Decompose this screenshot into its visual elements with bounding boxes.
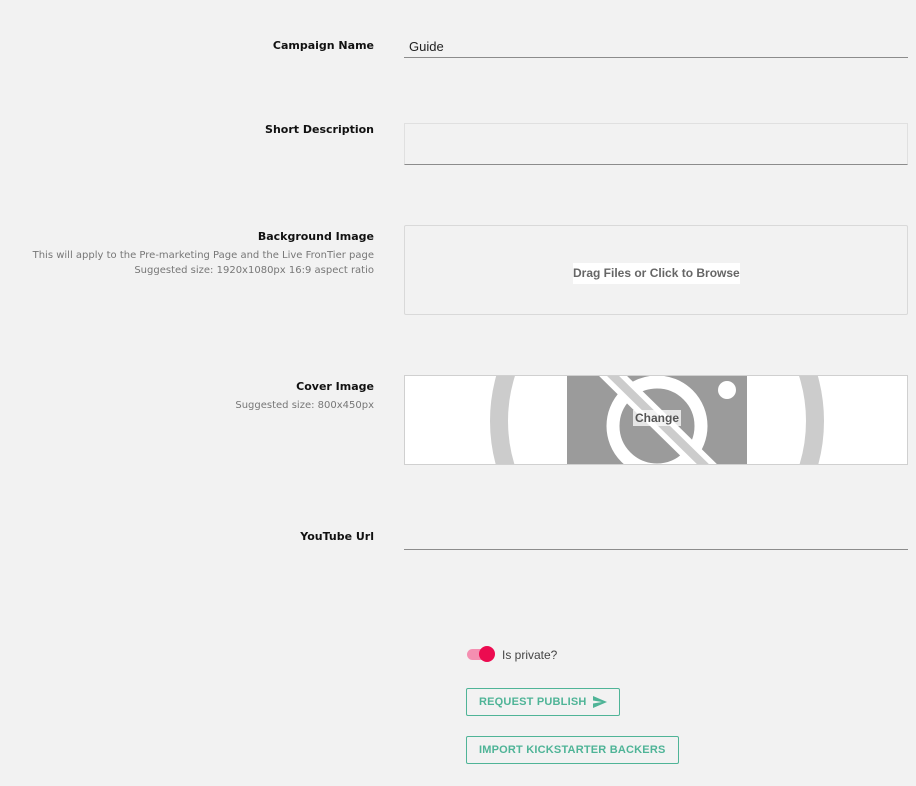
import-backers-label: IMPORT KICKSTARTER BACKERS	[479, 744, 666, 756]
short-description-input[interactable]	[404, 123, 908, 165]
request-publish-label: REQUEST PUBLISH	[479, 696, 587, 708]
short-description-label: Short Description	[265, 123, 374, 136]
background-image-hint-line: This will apply to the Pre-marketing Pag…	[32, 250, 374, 261]
cover-image-hint: Suggested size: 800x450px	[235, 400, 374, 411]
campaign-name-label: Campaign Name	[272, 39, 374, 52]
private-toggle[interactable]	[467, 646, 495, 662]
background-image-hint: This will apply to the Pre-marketing Pag…	[33, 248, 374, 278]
request-publish-button[interactable]: REQUEST PUBLISH	[466, 688, 620, 716]
private-toggle-label: Is private?	[502, 648, 558, 662]
toggle-thumb	[479, 646, 495, 662]
campaign-name-input[interactable]	[404, 36, 908, 58]
youtube-url-input[interactable]	[404, 528, 908, 550]
background-image-label: Background Image	[257, 230, 374, 243]
send-icon	[592, 696, 607, 708]
youtube-url-label: YouTube Url	[300, 530, 374, 543]
campaign-form: Campaign Name Short Description Backgrou…	[0, 0, 916, 786]
background-image-size-hint: Suggested size: 1920x1080px 16:9 aspect …	[134, 265, 374, 276]
import-kickstarter-backers-button[interactable]: IMPORT KICKSTARTER BACKERS	[466, 736, 679, 764]
change-cover-label[interactable]: Change	[633, 410, 682, 426]
cover-image-label: Cover Image	[296, 380, 374, 393]
dropzone-text[interactable]: Drag Files or Click to Browse	[573, 263, 740, 284]
